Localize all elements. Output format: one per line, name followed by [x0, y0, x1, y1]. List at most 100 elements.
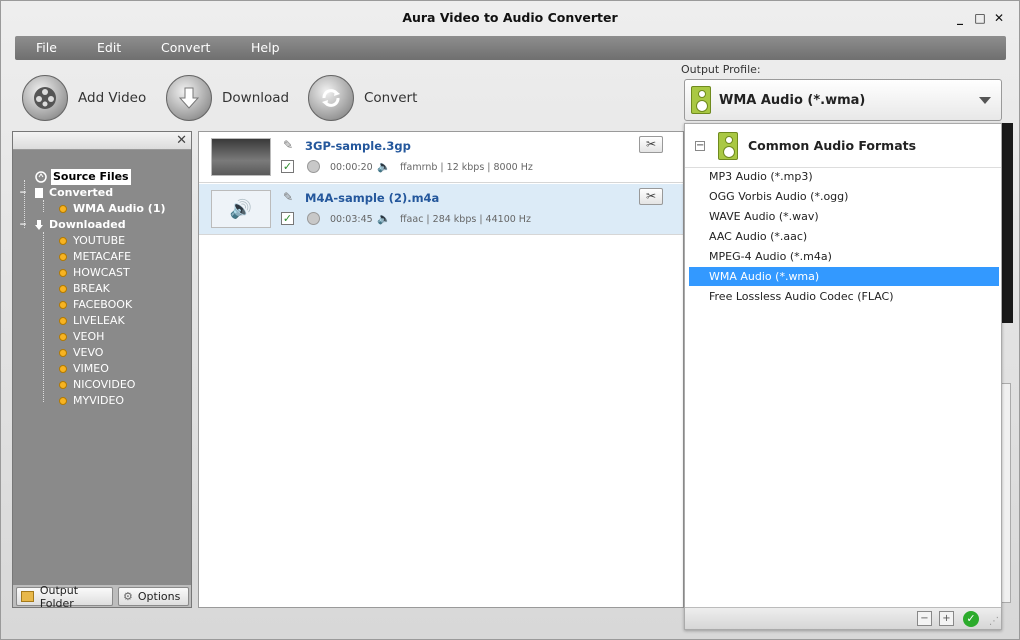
file-name[interactable]: 3GP-sample.3gp	[305, 139, 411, 153]
remove-profile-icon[interactable]: −	[917, 611, 932, 626]
file-audio-info: ffamrnb | 12 kbps | 8000 Hz	[400, 162, 533, 173]
bullet-icon	[59, 349, 67, 357]
bullet-icon	[59, 285, 67, 293]
bullet-icon	[59, 397, 67, 405]
format-option-aac[interactable]: AAC Audio (*.aac)	[689, 227, 999, 246]
bullet-icon	[59, 253, 67, 261]
tree-myvideo[interactable]: MYVIDEO	[59, 393, 124, 409]
tree-howcast[interactable]: HOWCAST	[59, 265, 130, 281]
tree-panel-footer: Output Folder ⚙ Options	[13, 584, 191, 610]
download-arrow-icon	[166, 75, 212, 121]
dropdown-footer: − + ✓ ⋰	[685, 607, 1001, 629]
bullet-icon	[59, 317, 67, 325]
file-duration: 00:00:20	[330, 162, 373, 173]
convert-cycle-icon	[308, 75, 354, 121]
file-audio-info: ffaac | 284 kbps | 44100 Hz	[400, 214, 531, 225]
format-group-header[interactable]: − Common Audio Formats	[685, 124, 1001, 168]
format-option-ogg[interactable]: OGG Vorbis Audio (*.ogg)	[689, 187, 999, 206]
tree-veoh[interactable]: VEOH	[59, 329, 104, 345]
confirm-check-icon[interactable]: ✓	[963, 611, 979, 627]
tree-facebook[interactable]: FACEBOOK	[59, 297, 132, 313]
tree-liveleak[interactable]: LIVELEAK	[59, 313, 125, 329]
document-icon	[33, 187, 45, 199]
download-label: Download	[222, 90, 290, 106]
speaker-icon	[718, 131, 738, 160]
tree-vimeo[interactable]: VIMEO	[59, 361, 109, 377]
options-button[interactable]: ⚙ Options	[118, 587, 189, 606]
output-profile-select[interactable]: WMA Audio (*.wma)	[684, 79, 1002, 121]
tree-break[interactable]: BREAK	[59, 281, 110, 297]
menu-convert[interactable]: Convert	[161, 40, 210, 55]
gear-icon: ⚙	[123, 590, 133, 603]
window-title: Aura Video to Audio Converter	[402, 10, 618, 25]
source-files-icon	[35, 171, 47, 183]
chevron-down-icon[interactable]	[979, 97, 991, 104]
audio-thumbnail-icon: 🔊	[211, 190, 271, 228]
file-row[interactable]: 🔊 ✎ M4A-sample (2).m4a ✓ 00:03:45 🔈 ffaa…	[199, 184, 683, 235]
close-button[interactable]: ✕	[992, 11, 1006, 25]
menu-bar: File Edit Convert Help	[15, 36, 1006, 60]
menu-help[interactable]: Help	[251, 40, 280, 55]
close-icon[interactable]: ✕	[176, 133, 187, 148]
format-option-flac[interactable]: Free Lossless Audio Codec (FLAC)	[689, 287, 999, 306]
film-reel-icon	[22, 75, 68, 121]
bullet-icon	[59, 333, 67, 341]
tree-youtube[interactable]: YOUTUBE	[59, 233, 125, 249]
output-profile-dropdown: − Common Audio Formats MP3 Audio (*.mp3)…	[684, 123, 1002, 630]
tree-panel-header: ✕	[13, 132, 191, 150]
output-profile-value: WMA Audio (*.wma)	[719, 92, 866, 108]
tree-converted[interactable]: − Converted	[19, 185, 113, 201]
output-folder-button[interactable]: Output Folder	[16, 584, 113, 610]
download-button[interactable]: Download	[166, 73, 289, 123]
format-option-wav[interactable]: WAVE Audio (*.wav)	[689, 207, 999, 226]
tree-source-files[interactable]: Source Files	[35, 169, 131, 185]
file-row[interactable]: ✎ 3GP-sample.3gp ✓ 00:00:20 🔈 ffamrnb | …	[199, 132, 683, 183]
pencil-icon[interactable]: ✎	[283, 190, 293, 204]
tree-downloaded[interactable]: − Downloaded	[19, 217, 125, 233]
title-bar[interactable]: Aura Video to Audio Converter _ □ ✕	[1, 1, 1019, 33]
add-video-button[interactable]: Add Video	[22, 73, 146, 123]
bullet-icon	[59, 205, 67, 213]
bullet-icon	[59, 301, 67, 309]
bullet-icon	[59, 381, 67, 389]
source-tree-panel: ✕ Source Files − Converted WMA Audio (1)…	[12, 131, 192, 610]
format-option-m4a[interactable]: MPEG-4 Audio (*.m4a)	[689, 247, 999, 266]
tree-nicovideo[interactable]: NICOVIDEO	[59, 377, 135, 393]
speaker-icon	[691, 86, 711, 114]
file-name[interactable]: M4A-sample (2).m4a	[305, 191, 439, 205]
tree-vevo[interactable]: VEVO	[59, 345, 103, 361]
collapse-icon[interactable]: −	[19, 221, 27, 230]
maximize-button[interactable]: □	[973, 11, 987, 25]
file-list: ✎ 3GP-sample.3gp ✓ 00:00:20 🔈 ffamrnb | …	[198, 131, 684, 608]
tree-metacafe[interactable]: METACAFE	[59, 249, 131, 265]
convert-button[interactable]: Convert	[308, 73, 417, 123]
minimize-button[interactable]: _	[953, 11, 967, 25]
bullet-icon	[59, 237, 67, 245]
download-arrow-icon	[33, 219, 45, 231]
format-group-label: Common Audio Formats	[748, 138, 917, 153]
volume-icon: 🔈	[377, 212, 391, 225]
scissors-icon[interactable]: ✂	[639, 188, 663, 205]
file-checkbox[interactable]: ✓	[281, 160, 294, 173]
add-video-label: Add Video	[78, 90, 147, 106]
bullet-icon	[59, 269, 67, 277]
menu-file[interactable]: File	[36, 40, 57, 55]
file-checkbox[interactable]: ✓	[281, 212, 294, 225]
output-profile-label: Output Profile:	[681, 63, 761, 76]
video-thumbnail	[211, 138, 271, 176]
clock-icon	[307, 212, 320, 225]
menu-edit[interactable]: Edit	[97, 40, 121, 55]
bullet-icon	[59, 365, 67, 373]
pencil-icon[interactable]: ✎	[283, 138, 293, 152]
convert-label: Convert	[364, 90, 418, 106]
clock-icon	[307, 160, 320, 173]
app-window: Aura Video to Audio Converter _ □ ✕ File…	[0, 0, 1020, 640]
scissors-icon[interactable]: ✂	[639, 136, 663, 153]
format-option-mp3[interactable]: MP3 Audio (*.mp3)	[689, 167, 999, 186]
resize-grip-icon[interactable]: ⋰	[989, 616, 999, 627]
collapse-icon[interactable]: −	[19, 189, 27, 198]
tree-converted-wma[interactable]: WMA Audio (1)	[59, 201, 166, 217]
add-profile-icon[interactable]: +	[939, 611, 954, 626]
format-option-wma[interactable]: WMA Audio (*.wma)	[689, 267, 999, 286]
collapse-icon[interactable]: −	[695, 140, 705, 151]
